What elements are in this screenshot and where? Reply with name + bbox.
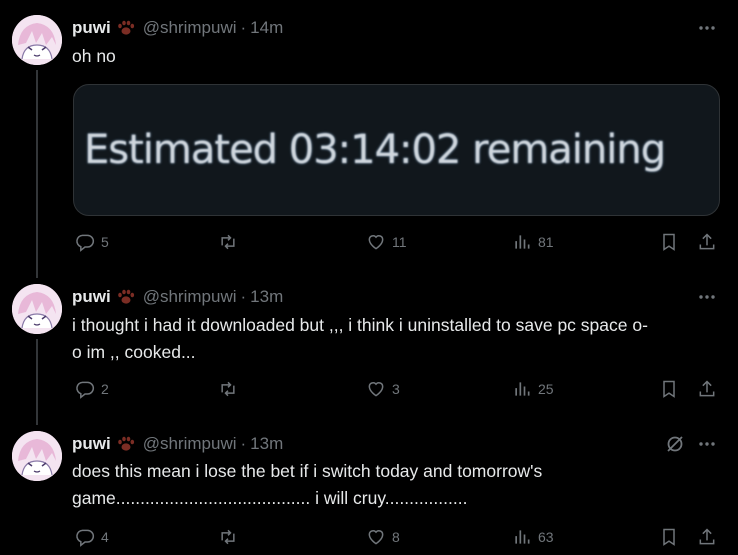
display-name[interactable]: puwi: [72, 434, 111, 454]
separator: ·: [240, 434, 247, 453]
views-button[interactable]: 81: [512, 230, 554, 254]
timestamp[interactable]: 13m: [250, 287, 283, 307]
tweet-3[interactable]: puwi @shrimpuwi · 13m does this mean i l…: [0, 431, 738, 553]
share-button[interactable]: [697, 230, 717, 254]
views-icon: [515, 382, 530, 396]
tweet-header: puwi @shrimpuwi · 13m: [72, 433, 283, 455]
reply-icon: [76, 381, 95, 399]
more-icon[interactable]: [696, 17, 718, 39]
tweet-text-line-1: does this mean i lose the bet if i switc…: [72, 461, 543, 481]
reply-button[interactable]: 2: [75, 377, 109, 401]
reply-icon: [76, 234, 95, 252]
reply-count: 4: [101, 529, 109, 545]
display-name[interactable]: puwi: [72, 287, 111, 307]
tweet-1[interactable]: puwi @shrimpuwi · 14m oh no Estimated 03…: [0, 15, 738, 255]
avatar[interactable]: [12, 431, 62, 481]
tweet-text-line-2: game....................................…: [72, 488, 468, 508]
tweet-2[interactable]: puwi @shrimpuwi · 13m i thought i had it…: [0, 284, 738, 404]
bookmark-icon: [663, 380, 675, 398]
more-icon[interactable]: [696, 433, 718, 455]
more-icon[interactable]: [696, 286, 718, 308]
tweet-text-line-2: o im ,, cooked...: [72, 342, 196, 362]
reply-button[interactable]: 4: [75, 525, 109, 549]
paw-icon: [117, 20, 134, 35]
action-bar: 5 11 81: [72, 230, 722, 254]
retweet-button[interactable]: [218, 525, 244, 549]
like-icon: [368, 382, 384, 397]
avatar[interactable]: [12, 284, 62, 334]
action-bar: 4 8 63: [72, 525, 722, 549]
share-icon: [699, 233, 715, 250]
reply-count: 2: [101, 381, 109, 397]
like-icon: [368, 235, 384, 250]
paw-icon: [117, 289, 134, 304]
timestamp[interactable]: 13m: [250, 434, 283, 454]
handle[interactable]: @shrimpuwi: [143, 287, 237, 307]
tweet-header: puwi @shrimpuwi · 14m: [72, 17, 283, 39]
retweet-button[interactable]: [218, 230, 244, 254]
action-bar: 2 3 25: [72, 377, 722, 401]
tweet-text: oh no: [72, 46, 116, 66]
tweet-text-line-1: i thought i had it downloaded but ,,, i …: [72, 315, 648, 335]
separator: ·: [240, 18, 247, 37]
retweet-button[interactable]: [218, 377, 244, 401]
paw-icon: [117, 436, 134, 451]
reply-count: 5: [101, 234, 109, 250]
retweet-icon: [221, 381, 235, 397]
display-name[interactable]: puwi: [72, 18, 111, 38]
retweet-icon: [221, 529, 235, 545]
reply-button[interactable]: 5: [75, 230, 109, 254]
like-count: 11: [392, 234, 407, 250]
bookmark-icon: [663, 528, 675, 546]
timestamp[interactable]: 14m: [250, 18, 283, 38]
views-button[interactable]: 25: [512, 377, 554, 401]
image-text: Estimated 03:14:02 remaining: [84, 127, 666, 173]
like-button[interactable]: 3: [366, 377, 400, 401]
share-icon: [699, 528, 715, 545]
like-count: 3: [392, 381, 400, 397]
retweet-icon: [221, 234, 235, 250]
views-count: 63: [538, 529, 554, 545]
views-count: 25: [538, 381, 554, 397]
handle[interactable]: @shrimpuwi: [143, 18, 237, 38]
views-button[interactable]: 63: [512, 525, 554, 549]
bookmark-button[interactable]: [659, 230, 679, 254]
bookmark-icon: [663, 233, 675, 251]
mute-icon[interactable]: [664, 433, 686, 455]
share-button[interactable]: [697, 377, 717, 401]
bookmark-button[interactable]: [659, 525, 679, 549]
like-icon: [368, 530, 384, 545]
avatar[interactable]: [12, 15, 62, 65]
tweet-header: puwi @shrimpuwi · 13m: [72, 286, 283, 308]
tweet-text: does this mean i lose the bet if i switc…: [72, 458, 542, 512]
separator: ·: [240, 287, 247, 306]
share-button[interactable]: [697, 525, 717, 549]
views-icon: [515, 235, 530, 249]
views-icon: [515, 530, 530, 544]
bookmark-button[interactable]: [659, 377, 679, 401]
share-icon: [699, 380, 715, 397]
like-button[interactable]: 8: [366, 525, 400, 549]
tweet-text: i thought i had it downloaded but ,,, i …: [72, 312, 648, 366]
tweet-image[interactable]: Estimated 03:14:02 remaining: [73, 84, 720, 216]
like-button[interactable]: 11: [366, 230, 407, 254]
like-count: 8: [392, 529, 400, 545]
handle[interactable]: @shrimpuwi: [143, 434, 237, 454]
reply-icon: [76, 529, 95, 547]
views-count: 81: [538, 234, 554, 250]
